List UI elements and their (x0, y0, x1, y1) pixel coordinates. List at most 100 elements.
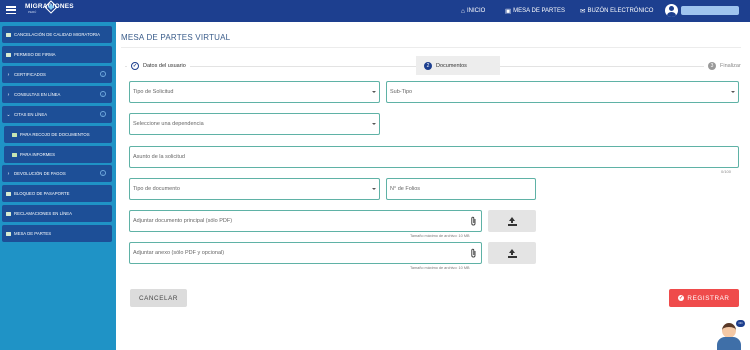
step-datos-usuario[interactable]: ✓ Datos del usuario (127, 59, 190, 73)
folder-icon (6, 32, 11, 37)
logo-mark-icon (44, 0, 58, 14)
page-title: MESA DE PARTES VIRTUAL (121, 33, 231, 42)
info-icon[interactable]: i (100, 111, 106, 117)
stepper: ✓ Datos del usuario 2 Documentos 3 Final… (125, 56, 745, 75)
paperclip-icon (471, 216, 476, 226)
cancel-button[interactable]: CANCELAR (130, 289, 187, 307)
adjuntar-anexo-placeholder: Adjuntar anexo (sólo PDF y opcional) (133, 250, 225, 256)
adjuntar-principal-input[interactable]: Adjuntar documento principal (sólo PDF) (129, 210, 482, 232)
sidebar-item-label: CONSULTAS EN LÍNEA (14, 92, 61, 97)
subtipo-select[interactable]: Sub-Tipo (386, 81, 739, 103)
chat-assistant-button[interactable]: ••• (714, 317, 745, 350)
caret-down-icon (372, 188, 376, 190)
sidebar-item-recojo-documentos[interactable]: PARA RECOJO DE DOCUMENTOS (4, 126, 112, 143)
asunto-input[interactable]: Asunto de la solicitud (129, 146, 739, 168)
nav-inicio-label: INICIO (466, 8, 486, 14)
sidebar: CANCELACIÓN DE CALIDAD MIGRATORIA PERMIS… (0, 22, 116, 350)
register-label: REGISTRAR (687, 294, 730, 302)
top-bar: MIGRACIONES PERÚ ⌂ INICIO ▣ MESA DE PART… (0, 0, 750, 22)
sidebar-item-label: DEVOLUCIÓN DE PAGOS (14, 171, 66, 176)
sidebar-item-label: PARA INFORMES (20, 152, 56, 157)
size-note: Tamaño máximo de archivo: 10 MB (410, 234, 470, 238)
folder-icon (12, 152, 17, 157)
sidebar-item-citas[interactable]: ⌄ CITAS EN LÍNEA i (2, 106, 112, 123)
user-avatar[interactable] (665, 4, 678, 17)
chevron-down-icon: ⌄ (6, 111, 11, 118)
adjuntar-anexo-input[interactable]: Adjuntar anexo (sólo PDF y opcional) (129, 242, 482, 264)
upload-icon (507, 216, 517, 226)
folder-icon (6, 191, 11, 196)
info-icon[interactable]: i (100, 71, 106, 77)
sidebar-item-label: RECLAMACIONES EN LÍNEA (14, 211, 73, 216)
caret-down-icon (372, 123, 376, 125)
step-label: Documentos (436, 62, 467, 69)
info-icon[interactable]: i (100, 170, 106, 176)
sidebar-item-certificados[interactable]: › CERTIFICADOS i (2, 66, 112, 83)
sidebar-item-label: CANCELACIÓN DE CALIDAD MIGRATORIA (14, 32, 101, 37)
folder-icon (12, 132, 17, 137)
step-number: 2 (424, 61, 432, 70)
folder-icon (6, 52, 11, 57)
home-icon: ⌂ (461, 7, 465, 15)
step-documentos[interactable]: 2 Documentos (416, 56, 500, 75)
folder-icon (6, 211, 11, 216)
chat-bubble-icon: ••• (736, 320, 745, 327)
upload-anexo-button[interactable] (488, 242, 536, 264)
sidebar-item-informes[interactable]: PARA INFORMES (4, 146, 112, 163)
sidebar-item-bloqueo-pasaporte[interactable]: BLOQUEO DE PASAPORTE (2, 185, 112, 202)
sidebar-item-label: PERMISO DE FIRMA (14, 52, 56, 57)
info-icon[interactable]: i (100, 91, 106, 97)
sidebar-item-label: MESA DE PARTES (14, 231, 52, 236)
divider (121, 47, 741, 48)
step-number: 3 (708, 62, 716, 70)
adjuntar-principal-placeholder: Adjuntar documento principal (sólo PDF) (133, 218, 233, 224)
chevron-right-icon: › (7, 91, 10, 98)
menu-icon[interactable] (6, 6, 16, 15)
sidebar-item-consultas[interactable]: › CONSULTAS EN LÍNEA i (2, 86, 112, 103)
dependencia-select[interactable]: Seleccione una dependencia (129, 113, 380, 135)
caret-down-icon (372, 91, 376, 93)
register-button[interactable]: ✓ REGISTRAR (669, 289, 739, 307)
nav-inicio[interactable]: ⌂ INICIO (461, 0, 485, 22)
caret-down-icon (731, 91, 735, 93)
envelope-icon: ✉ (580, 8, 586, 15)
nav-buzon-label: BUZÓN ELECTRÓNICO (587, 8, 654, 14)
nav-mesa-de-partes[interactable]: ▣ MESA DE PARTES (505, 0, 565, 22)
dependencia-placeholder: Seleccione una dependencia (133, 121, 204, 127)
assistant-head (722, 323, 736, 338)
tipo-solicitud-select[interactable]: Tipo de Solicitud (129, 81, 380, 103)
briefcase-icon: ▣ (505, 8, 512, 15)
step-label: Finalizar (720, 63, 741, 69)
tipo-solicitud-placeholder: Tipo de Solicitud (133, 89, 174, 95)
upload-principal-button[interactable] (488, 210, 536, 232)
user-name-redacted[interactable] (681, 6, 739, 15)
asunto-char-counter: 0/100 (721, 169, 732, 174)
sidebar-item-cancelacion[interactable]: CANCELACIÓN DE CALIDAD MIGRATORIA (2, 26, 112, 43)
folios-placeholder: N° de Folios (390, 186, 421, 192)
sidebar-item-label: BLOQUEO DE PASAPORTE (14, 191, 70, 196)
chevron-right-icon: › (7, 170, 10, 177)
step-finalizar[interactable]: 3 Finalizar (704, 59, 745, 73)
tipo-documento-placeholder: Tipo de documento (133, 186, 180, 192)
subtipo-placeholder: Sub-Tipo (390, 89, 413, 95)
check-icon: ✓ (131, 62, 139, 70)
folder-icon (6, 231, 11, 236)
step-label: Datos del usuario (143, 63, 186, 69)
sidebar-item-mesa-de-partes[interactable]: MESA DE PARTES (2, 225, 112, 242)
sidebar-item-label: PARA RECOJO DE DOCUMENTOS (20, 132, 90, 137)
sidebar-item-reclamaciones[interactable]: RECLAMACIONES EN LÍNEA (2, 205, 112, 222)
sidebar-item-label: CITAS EN LÍNEA (14, 112, 48, 117)
nav-mesa-label: MESA DE PARTES (513, 8, 565, 14)
sidebar-item-permiso-firma[interactable]: PERMISO DE FIRMA (2, 46, 112, 63)
assistant-body (717, 337, 741, 350)
folios-input[interactable]: N° de Folios (386, 178, 536, 200)
sidebar-item-devolucion-pagos[interactable]: › DEVOLUCIÓN DE PAGOS i (2, 165, 112, 182)
check-circle-icon: ✓ (678, 295, 685, 301)
asunto-placeholder: Asunto de la solicitud (133, 154, 185, 160)
upload-icon (507, 248, 517, 258)
tipo-documento-select[interactable]: Tipo de documento (129, 178, 380, 200)
paperclip-icon (471, 248, 476, 258)
logo-subtext: PERÚ (28, 10, 37, 14)
nav-buzon-electronico[interactable]: ✉ BUZÓN ELECTRÓNICO (580, 0, 653, 22)
chevron-right-icon: › (7, 71, 10, 78)
